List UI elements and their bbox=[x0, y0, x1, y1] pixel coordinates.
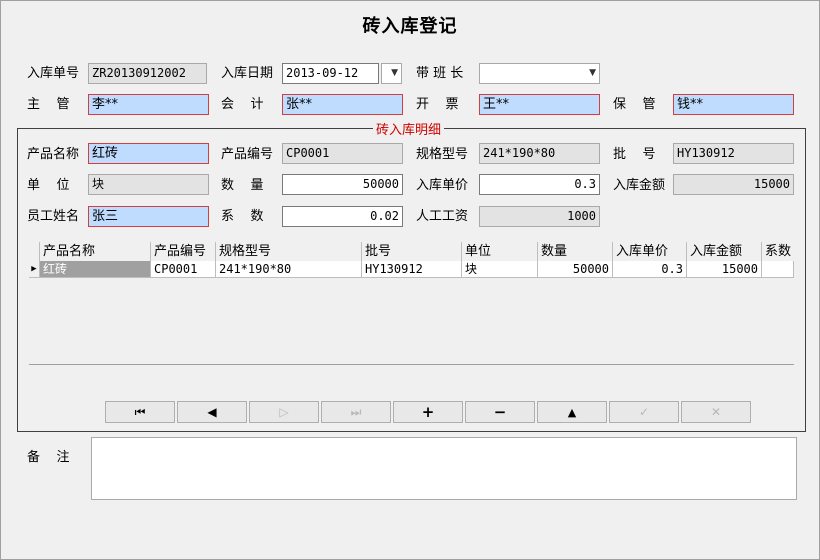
page-title: 砖入库登记 bbox=[362, 16, 458, 37]
detail-group-title: 砖入库明细 bbox=[373, 119, 445, 138]
keeper-label: 保 管 bbox=[613, 97, 656, 112]
grid-cell[interactable]: 红砖 bbox=[40, 261, 151, 278]
keeper-field[interactable]: 钱** bbox=[673, 94, 794, 115]
receipt-no-label: 入库单号 bbox=[27, 66, 80, 81]
grid-header[interactable]: 产品编号 bbox=[151, 242, 216, 261]
grid-cell[interactable]: CP0001 bbox=[151, 261, 216, 278]
grid-cell[interactable]: 50000 bbox=[538, 261, 613, 278]
batch-label: 批 号 bbox=[613, 147, 656, 162]
chevron-down-icon: ▼ bbox=[589, 68, 596, 78]
memo-textarea[interactable] bbox=[91, 437, 797, 500]
invoice-field[interactable]: 王** bbox=[479, 94, 600, 115]
accountant-field[interactable]: 张** bbox=[282, 94, 403, 115]
product-name-field[interactable]: 红砖 bbox=[88, 143, 209, 164]
grid-header[interactable]: 入库单价 bbox=[613, 242, 687, 261]
supervisor-field[interactable]: 李** bbox=[88, 94, 209, 115]
unit-label: 单 位 bbox=[27, 178, 70, 193]
nav-insert-button[interactable]: + bbox=[393, 401, 463, 423]
quantity-field[interactable]: 50000 bbox=[282, 174, 403, 195]
employee-label: 员工姓名 bbox=[27, 209, 80, 224]
product-name-label: 产品名称 bbox=[27, 147, 80, 162]
row-indicator-icon: ▶ bbox=[29, 261, 40, 278]
prior-record-icon: ◀ bbox=[207, 405, 217, 419]
grid-header[interactable]: 产品名称 bbox=[40, 242, 151, 261]
unit-price-field[interactable]: 0.3 bbox=[479, 174, 600, 195]
grid-cell[interactable]: 0.3 bbox=[613, 261, 687, 278]
detail-grid[interactable]: 产品名称 产品编号 规格型号 批号 单位 数量 入库单价 入库金额 系数 ▶ 红… bbox=[29, 242, 794, 365]
accountant-label: 会 计 bbox=[221, 97, 264, 112]
table-row[interactable]: ▶ 红砖 CP0001 241*190*80 HY130912 块 50000 … bbox=[29, 261, 794, 278]
first-record-icon: ⏮ bbox=[134, 404, 146, 419]
date-dropdown-button[interactable]: ▼ bbox=[381, 63, 402, 84]
supervisor-label: 主 管 bbox=[27, 97, 70, 112]
grid-corner bbox=[29, 242, 40, 261]
receipt-no-field[interactable]: ZR20130912002 bbox=[88, 63, 207, 84]
date-field[interactable]: 2013-09-12 bbox=[282, 63, 379, 84]
edit-icon: ▲ bbox=[567, 405, 577, 419]
unit-field[interactable]: 块 bbox=[88, 174, 209, 195]
coef-field[interactable]: 0.02 bbox=[282, 206, 403, 227]
grid-header[interactable]: 数量 bbox=[538, 242, 613, 261]
grid-header[interactable]: 系数 bbox=[762, 242, 794, 261]
quantity-label: 数 量 bbox=[221, 178, 264, 193]
spec-field[interactable]: 241*190*80 bbox=[479, 143, 600, 164]
product-code-label: 产品编号 bbox=[221, 147, 274, 162]
amount-label: 入库金额 bbox=[613, 178, 666, 193]
employee-field[interactable]: 张三 bbox=[88, 206, 209, 227]
grid-cell[interactable]: HY130912 bbox=[362, 261, 462, 278]
grid-cell[interactable]: 241*190*80 bbox=[216, 261, 362, 278]
grid-cell[interactable]: 块 bbox=[462, 261, 538, 278]
grid-header[interactable]: 单位 bbox=[462, 242, 538, 261]
next-record-icon: ▷ bbox=[279, 405, 289, 419]
nav-prior-button[interactable]: ◀ bbox=[177, 401, 247, 423]
foreman-select[interactable]: ▼ bbox=[479, 63, 600, 84]
minus-icon: − bbox=[493, 403, 507, 421]
close-icon: ✕ bbox=[710, 405, 722, 419]
grid-cell[interactable]: 15000 bbox=[687, 261, 762, 278]
grid-header[interactable]: 批号 bbox=[362, 242, 462, 261]
memo-label: 备 注 bbox=[27, 450, 70, 465]
last-record-icon: ⏭ bbox=[350, 404, 362, 419]
invoice-label: 开 票 bbox=[416, 97, 459, 112]
coef-label: 系 数 bbox=[221, 209, 264, 224]
plus-icon: + bbox=[421, 403, 435, 421]
product-code-field[interactable]: CP0001 bbox=[282, 143, 403, 164]
batch-field[interactable]: HY130912 bbox=[673, 143, 794, 164]
foreman-label: 带 班 长 bbox=[416, 66, 464, 81]
nav-last-button[interactable]: ⏭ bbox=[321, 401, 391, 423]
grid-cell[interactable] bbox=[762, 261, 794, 278]
nav-first-button[interactable]: ⏮ bbox=[105, 401, 175, 423]
wage-field[interactable]: 1000 bbox=[479, 206, 600, 227]
amount-field[interactable]: 15000 bbox=[673, 174, 794, 195]
nav-edit-button[interactable]: ▲ bbox=[537, 401, 607, 423]
nav-post-button[interactable]: ✓ bbox=[609, 401, 679, 423]
chevron-down-icon: ▼ bbox=[391, 68, 398, 78]
nav-cancel-button[interactable]: ✕ bbox=[681, 401, 751, 423]
grid-header[interactable]: 入库金额 bbox=[687, 242, 762, 261]
unit-price-label: 入库单价 bbox=[416, 178, 469, 193]
check-icon: ✓ bbox=[638, 405, 650, 419]
nav-delete-button[interactable]: − bbox=[465, 401, 535, 423]
grid-header[interactable]: 规格型号 bbox=[216, 242, 362, 261]
spec-label: 规格型号 bbox=[416, 147, 469, 162]
wage-label: 人工工资 bbox=[416, 209, 469, 224]
date-label: 入库日期 bbox=[221, 66, 274, 81]
nav-next-button[interactable]: ▷ bbox=[249, 401, 319, 423]
